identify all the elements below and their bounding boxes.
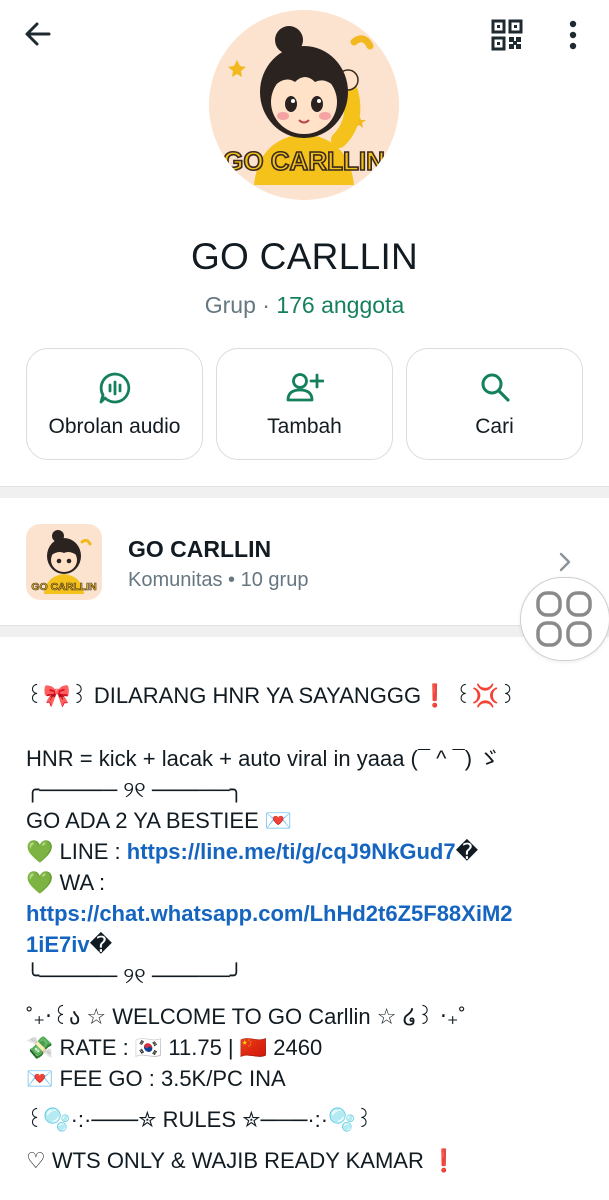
- member-count[interactable]: 176 anggota: [276, 292, 404, 318]
- line-group-link[interactable]: https://line.me/ti/g/cqJ9NkGud7: [127, 839, 456, 864]
- group-description: ꒰🎀꒱ DILARANG HNR YA SAYANGGG❗️ ꒰💢꒱ HNR =…: [26, 680, 586, 1176]
- desc-fee: 💌 FEE GO : 3.5K/PC INA: [26, 1066, 286, 1091]
- desc-wa-label: 💚 WA :: [26, 870, 106, 895]
- desc-rule-hnr: ꒰🎀꒱ DILARANG HNR YA SAYANGGG❗️ ꒰💢꒱: [26, 683, 517, 708]
- desc-line-row: 💚 LINE : https://line.me/ti/g/cqJ9NkGud7…: [26, 836, 586, 867]
- audio-chat-label: Obrolan audio: [48, 415, 181, 438]
- desc-wa-row-2: 1iE7iv�: [26, 929, 586, 960]
- avatar-logo-text: GO CARLLIN: [223, 146, 385, 176]
- more-vertical-icon: [569, 20, 577, 50]
- chevron-right-icon: [559, 552, 571, 572]
- community-row[interactable]: GO CARLLIN GO CARLLIN Komunitas • 10 gru…: [0, 500, 609, 625]
- girl-illustration-logo: GO CARLLIN: [222, 26, 386, 185]
- audio-chat-icon: [99, 372, 130, 404]
- desc-go-count: GO ADA 2 YA BESTIEE 💌: [26, 808, 293, 833]
- audio-chat-button[interactable]: Obrolan audio: [26, 348, 203, 460]
- add-member-button[interactable]: Tambah: [216, 348, 393, 460]
- wa-link-suffix: �: [89, 932, 113, 957]
- desc-frame-bottom: ╰───── ୨୧ ─────╯: [26, 963, 244, 988]
- search-icon: [481, 373, 510, 402]
- section-divider: [0, 625, 609, 637]
- qr-code-icon: [491, 19, 523, 51]
- add-person-icon: [286, 373, 324, 402]
- desc-hnr-warning: HNR = kick + lacak + auto viral in yaaa …: [26, 746, 501, 771]
- community-subtitle: Komunitas • 10 grup: [128, 569, 309, 591]
- line-link-suffix: �: [455, 839, 479, 864]
- section-divider: [0, 486, 609, 498]
- action-buttons: Obrolan audio Tambah Cari: [26, 348, 583, 460]
- group-avatar[interactable]: GO CARLLIN: [209, 10, 399, 200]
- search-label: Cari: [475, 415, 514, 438]
- arrow-left-icon: [25, 22, 51, 46]
- group-type-label: Grup ·: [204, 292, 277, 318]
- desc-frame-top: ╭───── ୨୧ ─────╮: [26, 777, 244, 802]
- add-member-label: Tambah: [267, 415, 342, 438]
- line-label: 💚 LINE :: [26, 839, 127, 864]
- qr-code-button[interactable]: [488, 16, 526, 54]
- desc-welcome: ˚₊‧꒰ა ☆ WELCOME TO GO Carllin ☆ ໒꒱ ‧₊˚: [26, 1004, 466, 1029]
- back-button[interactable]: [18, 14, 58, 54]
- desc-wts-rule: ♡ WTS ONLY & WAJIB READY KAMAR ❗️: [26, 1148, 458, 1173]
- group-name: GO CARLLIN: [190, 236, 419, 277]
- search-button[interactable]: Cari: [406, 348, 583, 460]
- community-name: GO CARLLIN: [128, 536, 272, 562]
- wa-group-link[interactable]: https://chat.whatsapp.com/LhHd2t6Z5F88Xi…: [26, 898, 586, 929]
- wa-group-link-cont[interactable]: 1iE7iv: [26, 932, 90, 957]
- community-avatar: GO CARLLIN: [26, 524, 102, 600]
- grid-icon: [536, 591, 592, 647]
- community-logo: GO CARLLIN: [31, 530, 97, 594]
- community-logo-text: GO CARLLIN: [31, 581, 96, 593]
- desc-rate: 💸 RATE : 🇰🇷 11.75 | 🇨🇳 2460: [26, 1035, 323, 1060]
- more-options-button[interactable]: [556, 16, 590, 54]
- desc-rules-header: ꒰🫧·:·───✮ RULES ✮───·:·🫧꒱: [26, 1107, 373, 1132]
- group-subtitle: Grup · 176 anggota: [0, 292, 609, 319]
- floating-grid-button[interactable]: [520, 577, 609, 661]
